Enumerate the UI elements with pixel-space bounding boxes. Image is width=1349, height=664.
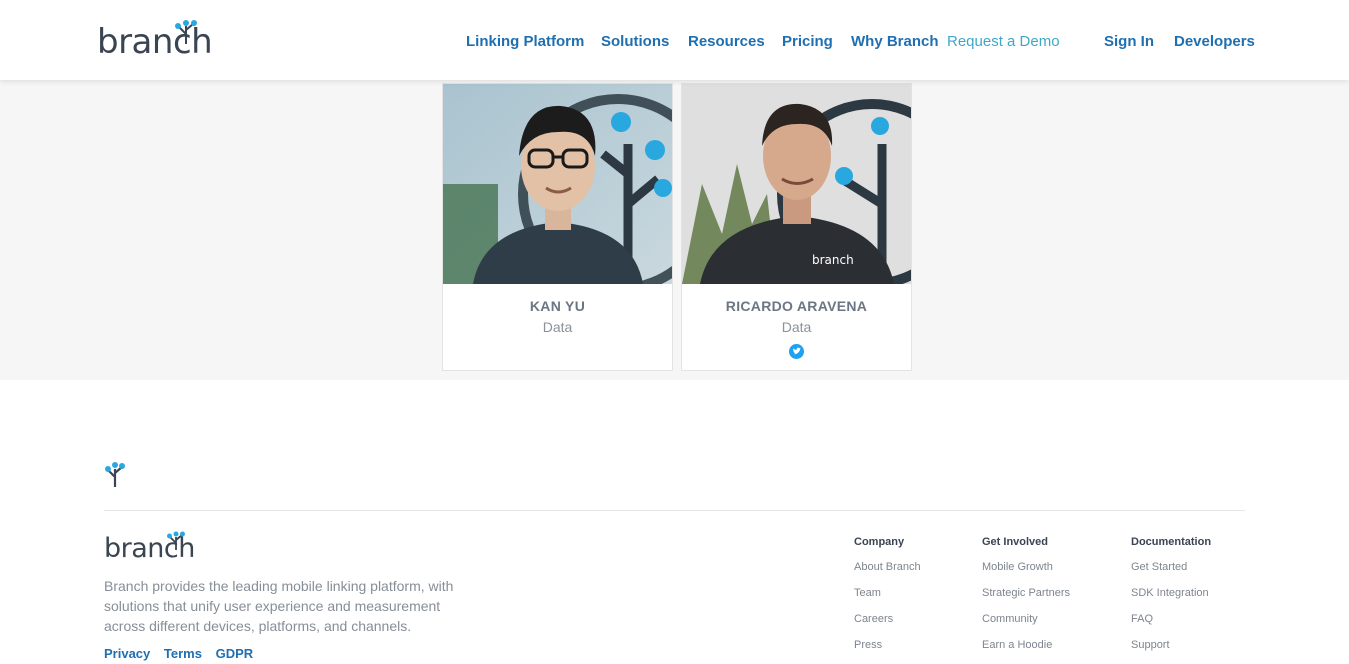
nav-why-branch[interactable]: Why Branch <box>851 33 939 50</box>
footer-link-team[interactable]: Team <box>854 586 921 612</box>
footer-link-sdk-integration[interactable]: SDK Integration <box>1131 586 1211 612</box>
footer-column-documentation: Documentation Get Started SDK Integratio… <box>1131 536 1211 664</box>
tree-icon <box>175 20 197 44</box>
footer-logo[interactable]: branch <box>104 530 195 564</box>
team-member-name: KAN YU <box>529 298 586 314</box>
nav-resources[interactable]: Resources <box>688 33 765 50</box>
nav-sign-in[interactable]: Sign In <box>1104 33 1154 50</box>
site-header: branch Linking Platform Solutions Resour… <box>0 0 1349 80</box>
team-member-photo: branch <box>682 84 911 284</box>
footer-link-about[interactable]: About Branch <box>854 560 921 586</box>
footer-link-faq[interactable]: FAQ <box>1131 612 1211 638</box>
footer-column-heading: Get Involved <box>982 536 1049 548</box>
footer-column-company: Company About Branch Team Careers Press <box>854 536 921 664</box>
twitter-icon[interactable] <box>789 344 804 359</box>
footer-link-get-started[interactable]: Get Started <box>1131 560 1211 586</box>
tree-icon <box>105 462 125 487</box>
footer-link-strategic-partners[interactable]: Strategic Partners <box>982 586 1070 612</box>
footer-divider <box>104 510 1245 511</box>
footer-link-earn-hoodie[interactable]: Earn a Hoodie <box>982 638 1070 664</box>
tree-icon <box>167 531 185 550</box>
footer-column-get-involved: Get Involved Mobile Growth Strategic Par… <box>982 536 1070 664</box>
team-member-role: Data <box>542 319 573 335</box>
team-member-photo <box>443 84 672 284</box>
footer-link-press[interactable]: Press <box>854 638 921 664</box>
shirt-logo-text: branch <box>812 253 854 267</box>
footer-link-support[interactable]: Support <box>1131 638 1211 664</box>
footer-column-heading: Company <box>854 536 905 548</box>
nav-solutions[interactable]: Solutions <box>601 33 669 50</box>
team-card: KAN YU Data <box>442 83 673 371</box>
footer-description: Branch provides the leading mobile linki… <box>104 578 454 634</box>
team-member-role: Data <box>781 319 812 335</box>
team-card: branch RICARDO ARAVENA Data <box>681 83 912 371</box>
team-section <box>0 80 1349 380</box>
nav-pricing[interactable]: Pricing <box>782 33 833 50</box>
footer-column-heading: Documentation <box>1131 536 1212 548</box>
nav-linking-platform[interactable]: Linking Platform <box>466 33 584 50</box>
footer-link-mobile-growth[interactable]: Mobile Growth <box>982 560 1070 586</box>
branch-logo[interactable]: branch <box>97 18 213 62</box>
footer-link-careers[interactable]: Careers <box>854 612 921 638</box>
team-member-name: RICARDO ARAVENA <box>725 298 868 314</box>
nav-request-demo[interactable]: Request a Demo <box>947 33 1060 50</box>
nav-developers[interactable]: Developers <box>1174 33 1255 50</box>
footer-link-community[interactable]: Community <box>982 612 1070 638</box>
